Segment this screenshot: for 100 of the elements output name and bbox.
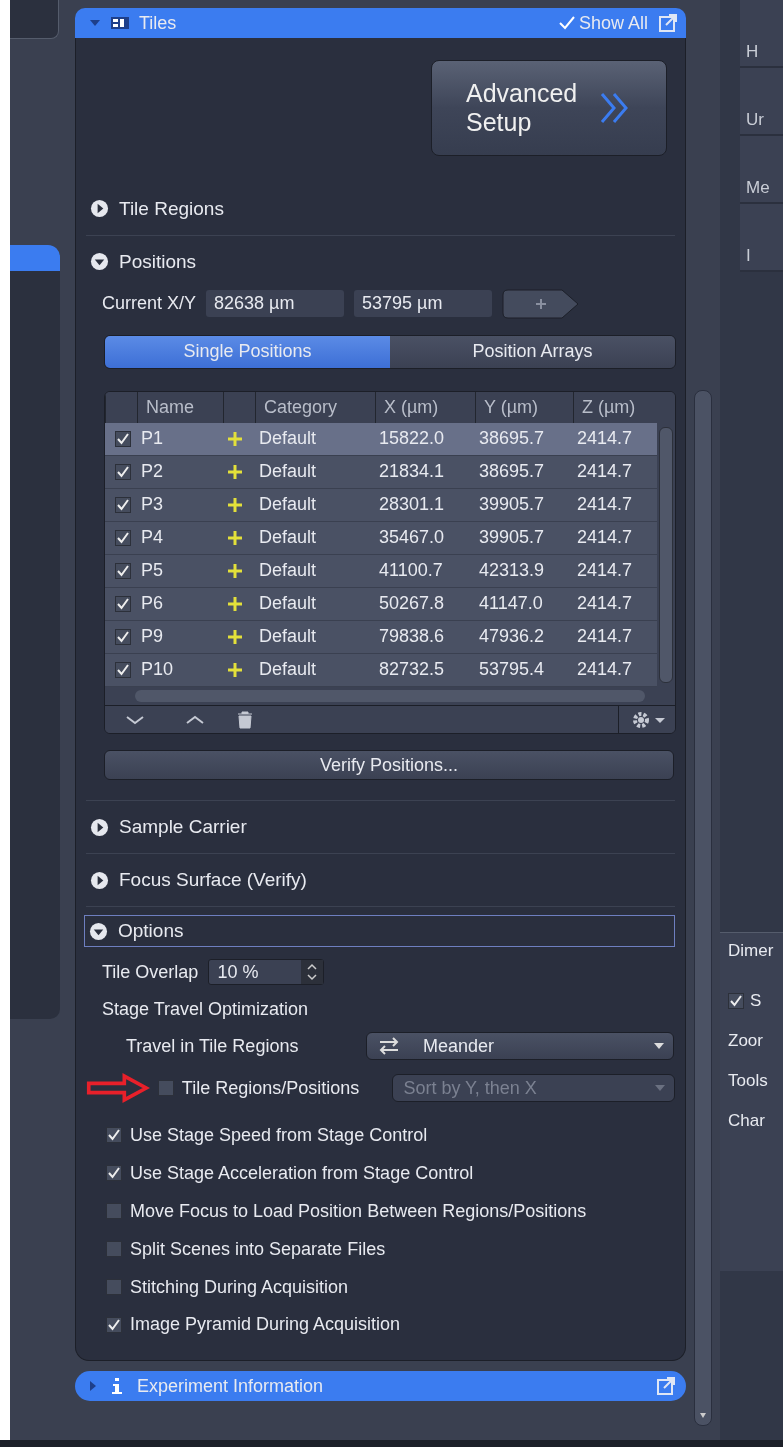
table-row[interactable]: P3 Default 28301.1 39905.7 2414.7 <box>105 488 657 522</box>
checkbox[interactable] <box>115 595 131 612</box>
column-header[interactable]: Category <box>255 391 375 423</box>
checkbox[interactable] <box>106 1279 122 1296</box>
expand-icon[interactable] <box>90 870 109 890</box>
table-cell-text: 53795.4 <box>478 659 546 681</box>
field-label: Zoor <box>728 1031 764 1051</box>
table-cell-text: 2414.7 <box>576 560 634 582</box>
checkbox-label: Stitching During Acquisition <box>130 1276 349 1298</box>
checkbox-label: Image Pyramid During Acquisition <box>130 1314 401 1336</box>
toolbar-button[interactable]: I <box>740 204 783 272</box>
plus-icon <box>227 661 243 678</box>
table-row[interactable]: P9 Default 79838.6 47936.2 2414.7 <box>105 620 657 654</box>
checkbox-label: Tile Regions/Positions <box>181 1077 361 1099</box>
section-header[interactable]: Sample Carrier <box>86 812 675 843</box>
toolbar-button[interactable]: H <box>740 0 783 68</box>
panel-header[interactable]: Tiles Show All <box>75 8 686 38</box>
column-header[interactable]: Name <box>137 391 223 423</box>
plus-icon <box>227 562 243 579</box>
column-header[interactable]: Y (µm) <box>475 391 573 423</box>
table-cell-text: P5 <box>140 560 165 582</box>
table-cell-text: P4 <box>140 527 165 549</box>
table-cell-text: P9 <box>140 626 165 648</box>
checkbox-label: Split Scenes into Separate Files <box>130 1238 386 1260</box>
tab[interactable]: Position Arrays <box>390 335 675 368</box>
expand-icon[interactable] <box>90 817 109 837</box>
collapse-icon[interactable] <box>89 921 108 941</box>
expand-icon[interactable] <box>90 199 109 219</box>
plus-icon <box>227 496 243 513</box>
panel-title: Dimer <box>728 941 775 961</box>
info-icon <box>111 1377 123 1395</box>
table-row[interactable]: P2 Default 21834.1 38695.7 2414.7 <box>105 455 657 489</box>
table-cell-text: Default <box>258 494 318 516</box>
table-cell-text: P10 <box>140 659 175 681</box>
table-cell-text: 2414.7 <box>576 461 634 483</box>
table-cell-text: Default <box>258 659 318 681</box>
table-row[interactable]: P1 Default 15822.0 38695.7 2414.7 <box>105 422 657 456</box>
advanced-setup-button[interactable]: Advanced Setup <box>431 60 667 156</box>
plus-icon <box>227 430 243 447</box>
field-label: Tile Overlap <box>102 961 199 983</box>
pop-out-icon[interactable] <box>656 1376 676 1396</box>
plus-icon <box>227 595 243 612</box>
section-header[interactable]: Tile Regions <box>86 193 675 224</box>
checkbox[interactable] <box>115 430 131 447</box>
plus-icon <box>227 529 243 546</box>
table-cell-text: 41147.0 <box>478 593 544 615</box>
checkbox[interactable] <box>106 1241 122 1258</box>
table-row[interactable]: P4 Default 35467.0 39905.7 2414.7 <box>105 521 657 555</box>
checkbox-label: Move Focus to Load Position Between Regions/Positions <box>130 1200 587 1222</box>
checkbox[interactable] <box>115 628 131 645</box>
y-field[interactable]: 53795 µm <box>354 290 493 318</box>
scrollbar[interactable] <box>659 426 673 683</box>
toolbar-button[interactable]: Me <box>740 136 783 204</box>
column-header[interactable]: Z (µm) <box>573 391 657 423</box>
table-cell-text: 15822.0 <box>378 428 446 450</box>
show-all-toggle[interactable]: Show All <box>558 12 648 34</box>
table-row[interactable]: P10 Default 82732.5 53795.4 2414.7 <box>105 653 657 687</box>
checkbox[interactable] <box>115 463 131 480</box>
column-header[interactable]: X (µm) <box>375 391 475 423</box>
checkbox[interactable] <box>106 1203 122 1220</box>
table-cell-text: 35467.0 <box>378 527 446 549</box>
checkbox-label: S <box>750 991 762 1011</box>
table-row[interactable]: P5 Default 41100.7 42313.9 2414.7 <box>105 554 657 588</box>
verify-positions-button[interactable]: Verify Positions... <box>104 750 674 781</box>
side-panel <box>10 0 59 39</box>
table-cell-text: 2414.7 <box>576 593 634 615</box>
checkbox[interactable] <box>115 529 131 546</box>
x-field[interactable]: 82638 µm <box>206 290 345 318</box>
checkbox-label: Use Stage Speed from Stage Control <box>130 1124 428 1146</box>
table-cell-text: 2414.7 <box>576 527 634 549</box>
table-cell-text: Default <box>258 626 318 648</box>
pop-out-icon[interactable] <box>658 13 678 33</box>
table-cell-text: Default <box>258 560 318 582</box>
travel-dropdown[interactable]: Meander <box>366 1032 674 1061</box>
field-label: Char <box>728 1111 766 1131</box>
tile-overlap-spinner[interactable]: 10 % <box>208 959 325 986</box>
table-cell-text: P6 <box>140 593 165 615</box>
section-header[interactable]: Positions <box>86 246 675 277</box>
toolbar-button[interactable]: Ur <box>740 68 783 136</box>
table-cell-text: 2414.7 <box>576 626 634 648</box>
table-row[interactable]: P6 Default 50267.8 41147.0 2414.7 <box>105 587 657 621</box>
checkbox[interactable] <box>728 993 744 1009</box>
checkbox[interactable] <box>115 562 131 579</box>
section-header[interactable]: Options <box>84 915 675 948</box>
collapse-icon[interactable] <box>90 252 109 272</box>
checkbox-label: Use Stage Acceleration from Stage Control <box>130 1162 474 1184</box>
caret-icon[interactable] <box>89 19 101 27</box>
scrollbar[interactable] <box>694 390 712 1426</box>
table-cell-text: 82732.5 <box>378 659 446 681</box>
table-cell-text: 41100.7 <box>378 560 444 582</box>
checkbox[interactable] <box>115 661 131 678</box>
table-cell-text: Default <box>258 527 318 549</box>
field-label: Tools <box>728 1071 769 1091</box>
checkbox[interactable] <box>106 1127 122 1144</box>
checkbox[interactable] <box>106 1317 122 1333</box>
swap-arrows-icon <box>377 1037 401 1056</box>
table-cell-text: 2414.7 <box>576 659 634 681</box>
checkbox[interactable] <box>106 1165 122 1182</box>
section-header[interactable]: Focus Surface (Verify) <box>86 865 675 896</box>
checkbox[interactable] <box>115 496 131 513</box>
